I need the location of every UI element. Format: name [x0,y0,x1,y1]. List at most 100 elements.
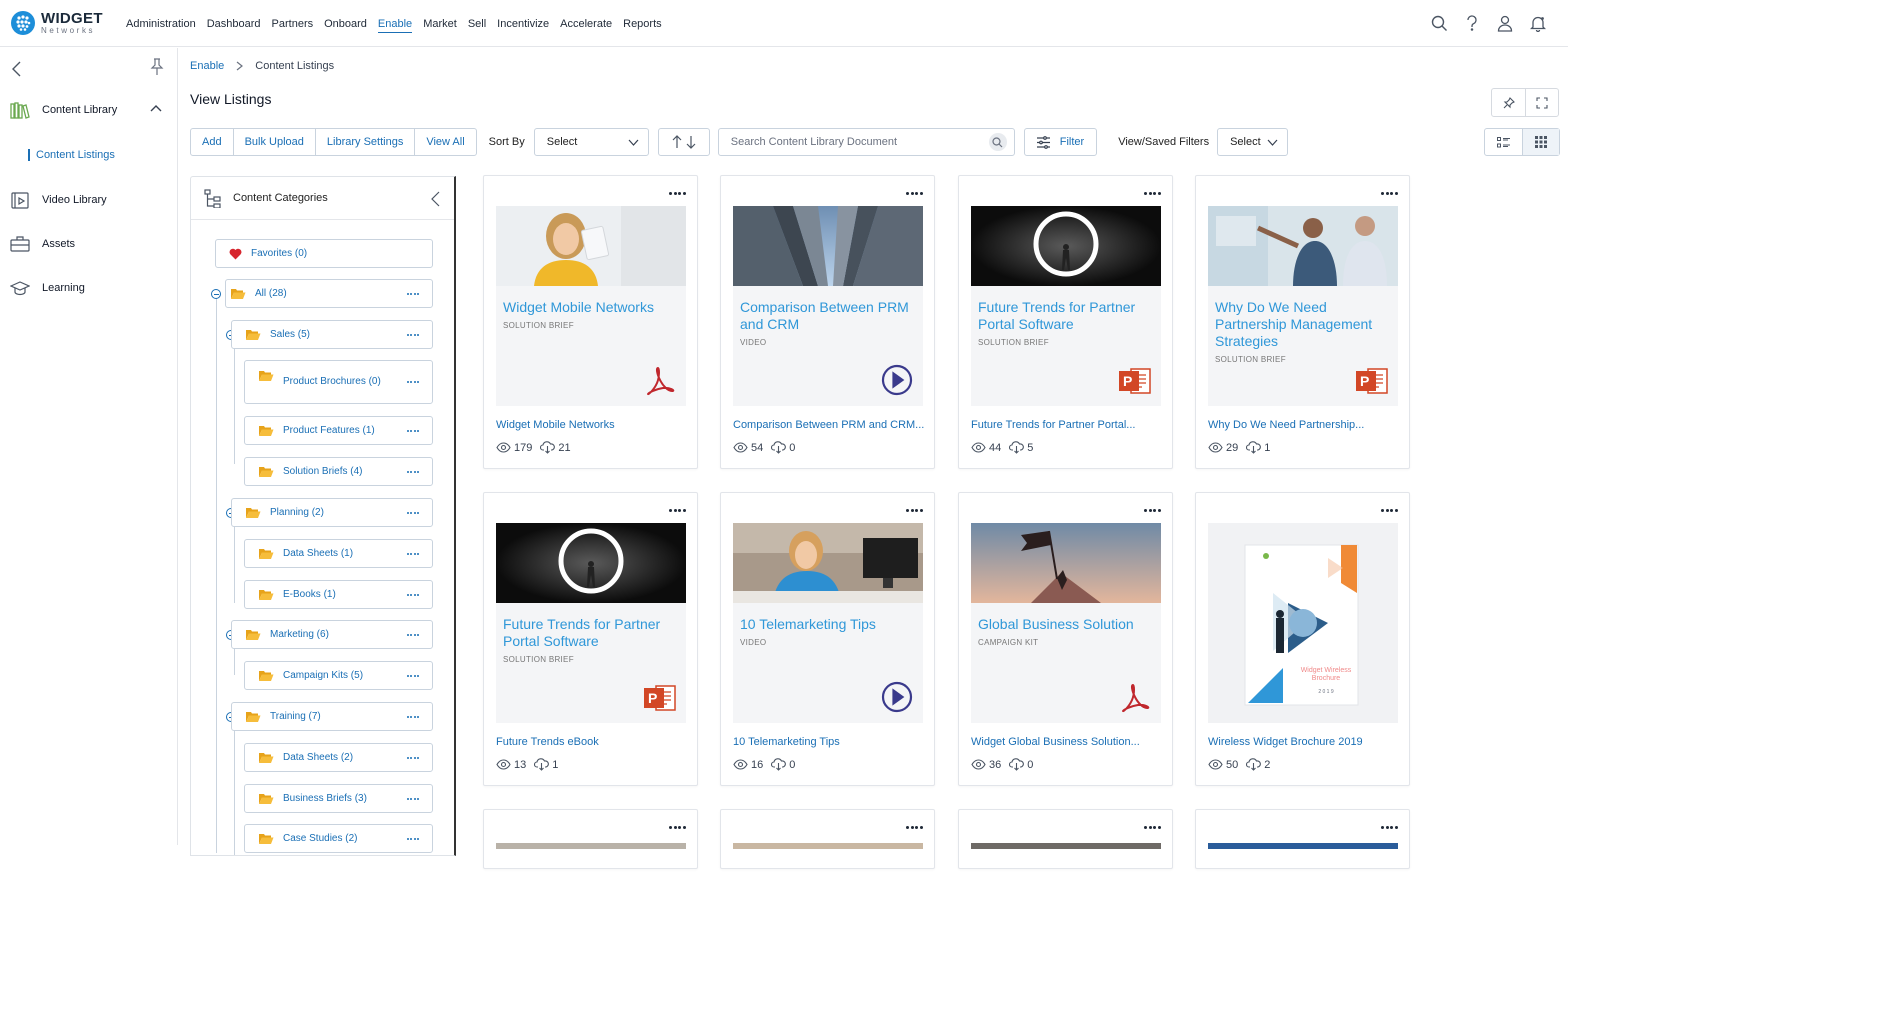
content-card[interactable]: Why Do We Need Partnership Management St… [1195,175,1410,469]
category-training-data-sheets[interactable]: Data Sheets (2) [244,743,433,772]
content-card[interactable] [483,809,698,869]
category-favorites[interactable]: Favorites (0) [215,239,433,268]
help-icon[interactable] [1462,12,1482,34]
pin-page-icon[interactable] [1492,89,1525,116]
card-more-icon[interactable] [1381,509,1398,512]
chevron-up-icon[interactable] [150,104,162,112]
content-card[interactable]: Widget Mobile Networks SOLUTION BRIEF Wid… [483,175,698,469]
content-card[interactable]: Comparison Between PRM and CRM VIDEO Comp… [720,175,935,469]
category-product-brochures[interactable]: Product Brochures (0) [244,360,433,404]
back-arrow-icon[interactable] [10,60,22,78]
card-more-icon[interactable] [669,192,686,195]
card-title[interactable]: Wireless Widget Brochure 2019 [1208,736,1403,748]
more-options-icon[interactable] [407,470,419,473]
card-more-icon[interactable] [906,192,923,195]
content-card[interactable]: Future Trends for Partner Portal Softwar… [483,492,698,786]
sidebar-item-video-library[interactable]: Video Library [0,178,177,222]
more-options-icon[interactable] [407,593,419,596]
fullscreen-icon[interactable] [1525,89,1558,116]
add-button[interactable]: Add [191,129,233,155]
collapse-all-toggle[interactable] [211,289,221,299]
sidebar-item-assets[interactable]: Assets [0,222,177,266]
breadcrumb-enable[interactable]: Enable [190,60,224,72]
card-thumbnail[interactable]: Why Do We Need Partnership Management St… [1208,206,1398,406]
card-thumbnail[interactable]: Future Trends for Partner Portal Softwar… [971,206,1161,406]
grid-view-icon[interactable] [1522,129,1559,155]
content-card[interactable]: 10 Telemarketing Tips VIDEO 10 Telemarket… [720,492,935,786]
more-options-icon[interactable] [407,429,419,432]
bell-icon[interactable] [1528,12,1548,34]
card-more-icon[interactable] [1144,509,1161,512]
content-card[interactable]: Future Trends for Partner Portal Softwar… [958,175,1173,469]
search-icon[interactable] [988,133,1007,151]
card-title[interactable]: Widget Mobile Networks [496,419,691,431]
sort-direction-toggle[interactable] [657,128,710,156]
card-more-icon[interactable] [1144,192,1161,195]
user-icon[interactable] [1495,12,1515,34]
card-title[interactable]: 10 Telemarketing Tips [733,736,928,748]
arrow-up-icon[interactable] [672,135,682,149]
nav-market[interactable]: Market [423,0,457,47]
more-options-icon[interactable] [407,715,419,718]
search-icon[interactable] [1429,12,1449,34]
nav-enable[interactable]: Enable [377,0,413,47]
card-more-icon[interactable] [1144,826,1161,829]
more-options-icon[interactable] [407,292,419,295]
nav-incentivize[interactable]: Incentivize [497,0,549,47]
card-thumbnail[interactable]: Future Trends for Partner Portal Softwar… [496,523,686,723]
play-video-icon[interactable] [881,681,913,713]
nav-sell[interactable]: Sell [468,0,486,47]
sidebar-item-content-library[interactable]: Content Library [0,88,177,132]
search-input[interactable] [730,136,971,148]
nav-onboard[interactable]: Onboard [324,0,367,47]
sidebar-sub-content-listings[interactable]: Content Listings [0,132,177,178]
category-case-studies[interactable]: Case Studies (2) [244,824,433,853]
card-title[interactable]: Comparison Between PRM and CRM... [733,419,928,431]
bulk-upload-button[interactable]: Bulk Upload [232,129,315,155]
category-business-briefs[interactable]: Business Briefs (3) [244,784,433,813]
nav-administration[interactable]: Administration [126,0,196,47]
category-product-features[interactable]: Product Features (1) [244,416,433,445]
sort-by-select[interactable]: Select [533,128,649,156]
collapse-panel-icon[interactable] [431,191,440,207]
card-thumbnail[interactable] [496,843,686,849]
card-more-icon[interactable] [1381,826,1398,829]
card-more-icon[interactable] [906,509,923,512]
card-thumbnail[interactable]: Comparison Between PRM and CRM VIDEO [733,206,923,406]
card-thumbnail[interactable]: Widget Mobile Networks SOLUTION BRIEF [496,206,686,406]
list-view-icon[interactable] [1485,129,1522,155]
card-more-icon[interactable] [1381,192,1398,195]
nav-accelerate[interactable]: Accelerate [560,0,612,47]
card-thumbnail[interactable]: Widget Wireless Brochure 2 0 1 9 [1208,523,1398,723]
card-title[interactable]: Future Trends eBook [496,736,691,748]
more-options-icon[interactable] [407,633,419,636]
more-options-icon[interactable] [407,797,419,800]
content-card[interactable]: Global Business Solution CAMPAIGN KIT Wid… [958,492,1173,786]
nav-partners[interactable]: Partners [272,0,314,47]
brand-logo[interactable]: WIDGET Networks [11,11,103,35]
card-title[interactable]: Why Do We Need Partnership... [1208,419,1403,431]
library-settings-button[interactable]: Library Settings [314,129,414,155]
category-campaign-kits[interactable]: Campaign Kits (5) [244,661,433,690]
more-options-icon[interactable] [407,511,419,514]
filter-button[interactable]: Filter [1023,128,1098,156]
nav-reports[interactable]: Reports [623,0,662,47]
category-all[interactable]: All (28) [225,279,433,308]
card-thumbnail[interactable]: Global Business Solution CAMPAIGN KIT [971,523,1161,723]
category-e-books[interactable]: E-Books (1) [244,580,433,609]
category-solution-briefs[interactable]: Solution Briefs (4) [244,457,433,486]
card-thumbnail[interactable] [733,843,923,849]
more-options-icon[interactable] [407,381,419,383]
card-more-icon[interactable] [669,826,686,829]
more-options-icon[interactable] [407,552,419,555]
pin-icon[interactable] [150,58,164,76]
card-more-icon[interactable] [669,509,686,512]
category-sales[interactable]: Sales (5) [231,320,433,349]
category-data-sheets[interactable]: Data Sheets (1) [244,539,433,568]
more-options-icon[interactable] [407,674,419,677]
view-all-button[interactable]: View All [414,129,475,155]
card-title[interactable]: Widget Global Business Solution... [971,736,1166,748]
category-planning[interactable]: Planning (2) [231,498,433,527]
card-thumbnail[interactable]: 10 Telemarketing Tips VIDEO [733,523,923,723]
category-training[interactable]: Training (7) [231,702,433,731]
